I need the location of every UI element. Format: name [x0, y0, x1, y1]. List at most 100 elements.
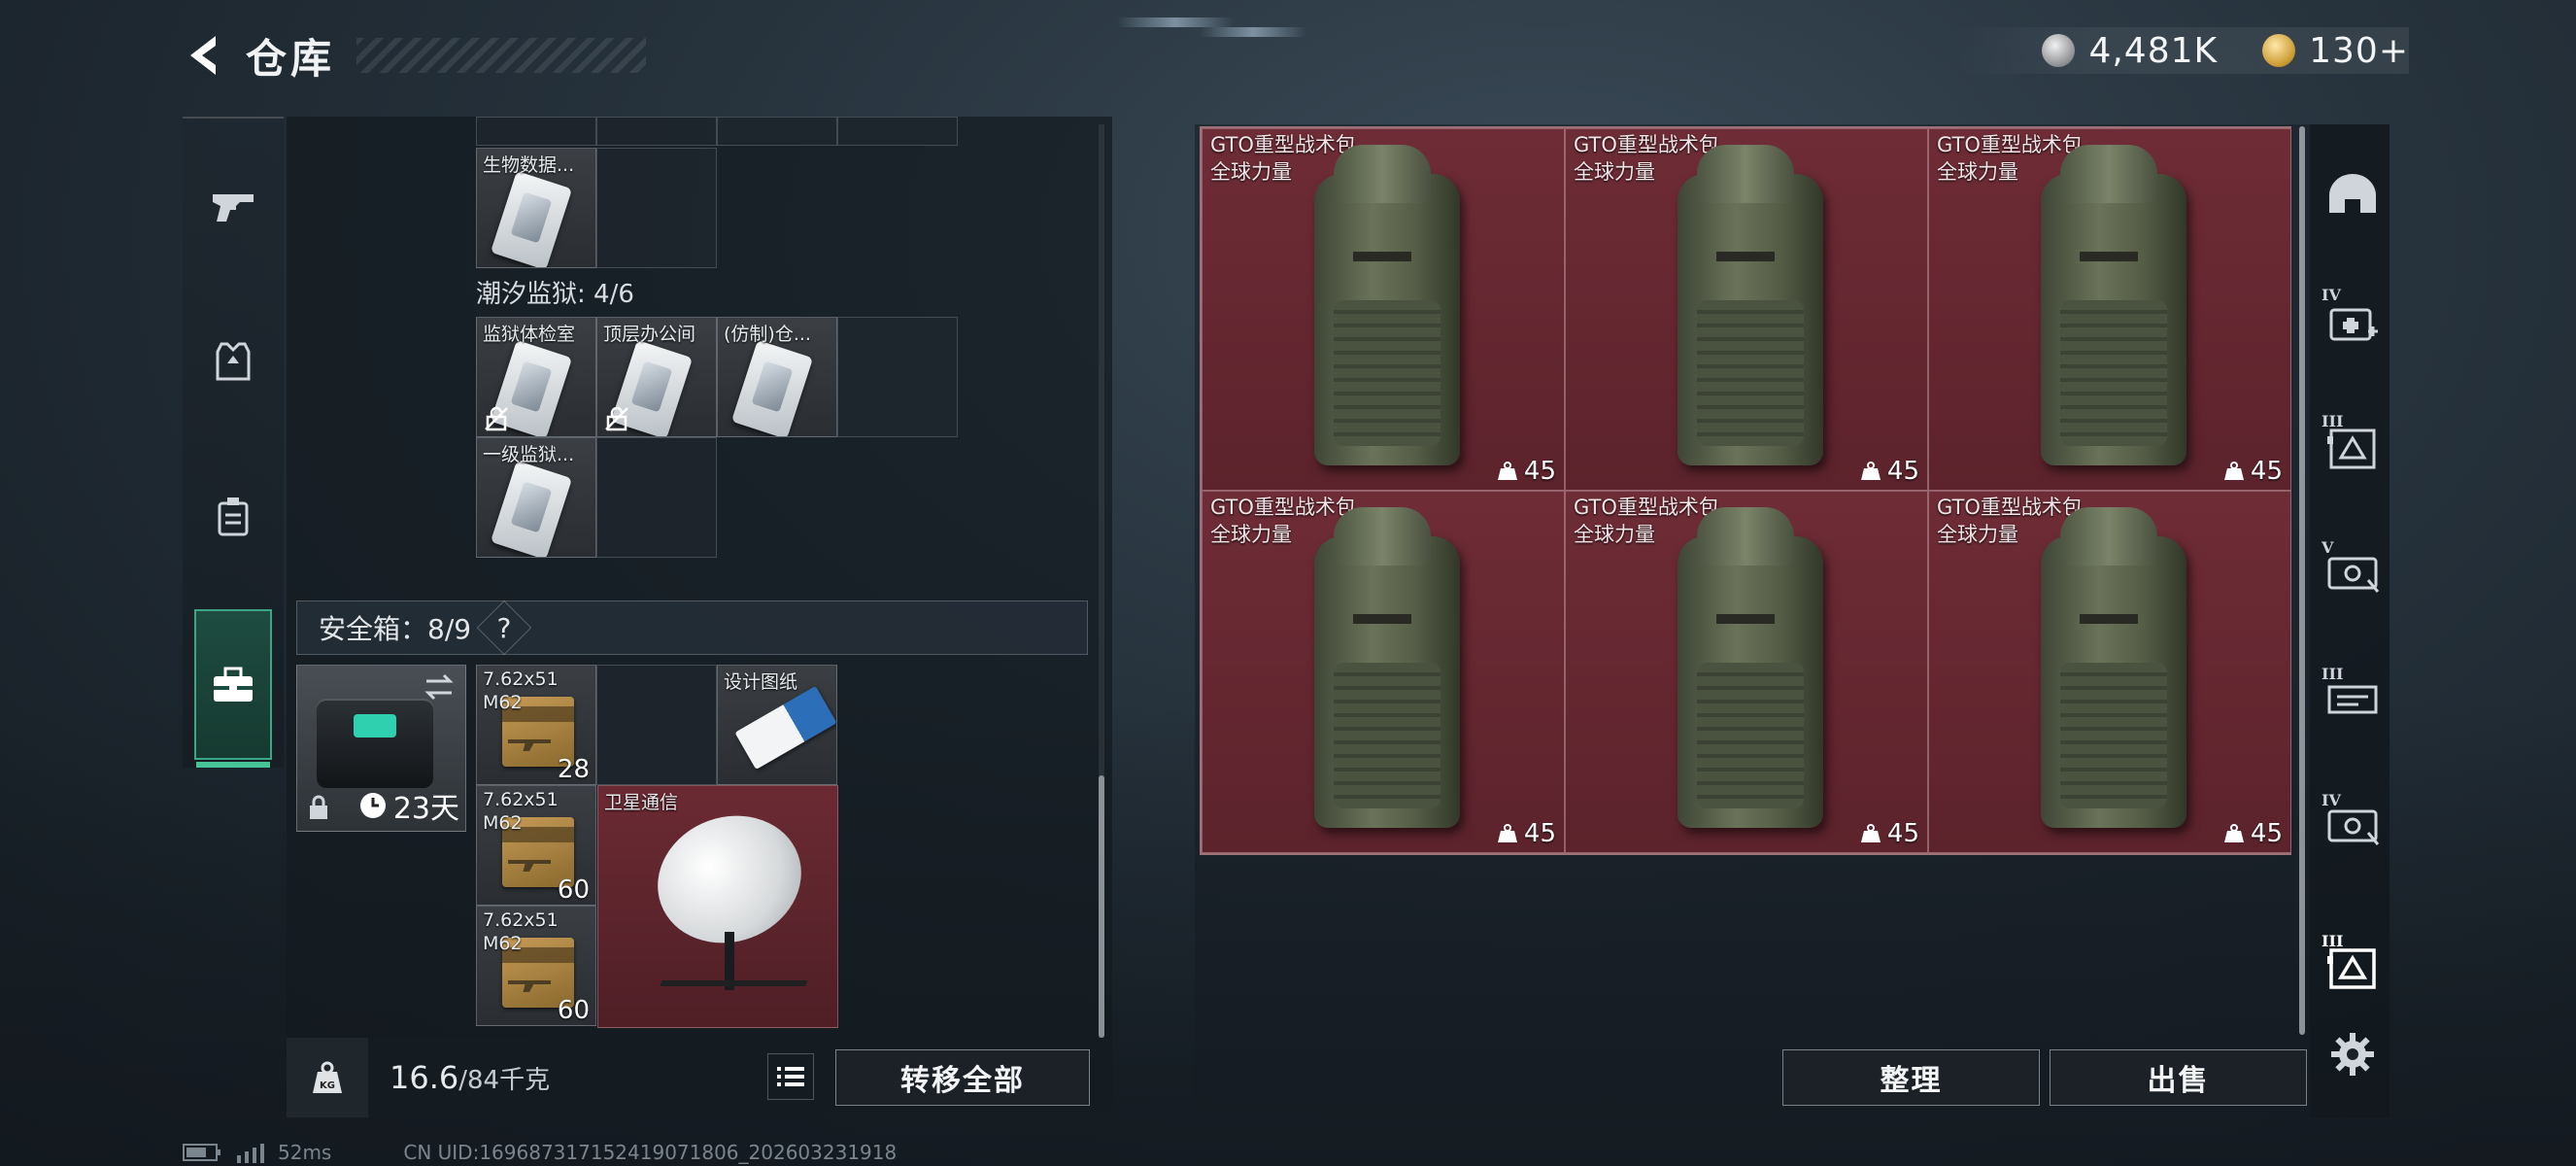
list-icon [777, 1067, 804, 1086]
item-weight: 45 [1497, 457, 1556, 486]
gold-coin-icon [2262, 34, 2296, 67]
rail-case-5[interactable]: V [2322, 538, 2382, 602]
item-brand: 全球力量 [1574, 160, 1655, 184]
storage-scrollbar[interactable] [2299, 126, 2305, 1035]
system-status: 52ms CN UID:1696873171524190718​06_20260… [183, 1141, 897, 1164]
inventory-scrollbar[interactable] [1099, 124, 1104, 1038]
safe-case-item[interactable]: 23天 [296, 665, 466, 832]
item-brand: 全球力量 [1937, 160, 2018, 184]
keycard-icon [490, 170, 573, 267]
helmet-icon [2329, 174, 2376, 213]
backpack-item[interactable]: GTO重型战术包 全球力量 45 [1202, 128, 1565, 491]
item-label: 顶层办公间 [603, 324, 696, 345]
sort-button[interactable]: 整理 [1782, 1049, 2040, 1106]
item-label: 生物数据... [483, 154, 575, 176]
rail-container-active[interactable]: III [2322, 932, 2382, 996]
item-weight: 45 [1497, 819, 1556, 848]
signal-icon [237, 1144, 264, 1163]
ping-value: 52ms [278, 1141, 332, 1164]
item-weight: 45 [2223, 819, 2283, 848]
grid-cell [596, 148, 717, 268]
gear-icon [2331, 1033, 2374, 1076]
settings-button[interactable] [2323, 1025, 2382, 1083]
backpack-item[interactable]: GTO重型战术包 全球力量 45 [1565, 128, 1928, 491]
backpack-item[interactable]: GTO重型战术包 全球力量 45 [1928, 491, 2291, 853]
rail-helmet[interactable] [2323, 165, 2382, 223]
page-title: 仓库 [246, 34, 336, 83]
keycard-item[interactable]: 顶层办公间 [596, 317, 717, 437]
carry-weight: 16.6/84千克 [390, 1059, 551, 1096]
ammo-item[interactable]: 7.62x51 M62 60 [476, 906, 596, 1026]
grid-cell [837, 117, 958, 146]
item-label: 7.62x51 M62 [483, 669, 559, 713]
swap-icon[interactable] [423, 673, 456, 701]
rail-rack[interactable]: III [2322, 665, 2382, 729]
rail-medkit[interactable]: IV [2322, 286, 2382, 350]
gold-balance[interactable]: 130+ [2309, 31, 2409, 71]
nav-armor[interactable] [183, 303, 284, 420]
unlock-icon [485, 406, 508, 431]
user-uid: CN UID:1696873171524190718​06_2026032319… [403, 1141, 898, 1164]
ceiling-light [1117, 17, 1234, 27]
keycard-icon [730, 339, 814, 436]
transfer-all-button[interactable]: 转移全部 [835, 1049, 1090, 1106]
safe-case-icon [317, 699, 433, 788]
keycard-item[interactable]: 生物数据... [476, 148, 596, 268]
nav-chest-rig[interactable] [183, 459, 284, 575]
rail-container[interactable]: III [2322, 412, 2382, 476]
list-view-button[interactable] [767, 1053, 814, 1100]
safebox-title: 安全箱：8/9 [319, 613, 472, 645]
nav-weapons[interactable] [183, 148, 284, 264]
ammo-item[interactable]: 7.62x51 M62 28 [476, 665, 596, 785]
item-weight: 45 [2223, 457, 2283, 486]
unlock-icon [605, 406, 628, 431]
backpack-item[interactable]: GTO重型战术包 全球力量 45 [1202, 491, 1565, 853]
back-arrow-icon[interactable] [180, 28, 228, 83]
item-brand: 全球力量 [1210, 160, 1292, 184]
ammo-item[interactable]: 7.62x51 M62 60 [476, 785, 596, 906]
backpack-item[interactable]: GTO重型战术包 全球力量 45 [1928, 128, 2291, 491]
backpack-item[interactable]: GTO重型战术包 全球力量 45 [1565, 491, 1928, 853]
blueprint-icon [734, 685, 836, 771]
group-title: 潮汐监狱: 4/6 [476, 280, 634, 309]
pistol-icon [213, 194, 254, 222]
satellite-item[interactable]: 卫星通信 [597, 785, 838, 1028]
keycard-item[interactable]: (仿制)仓... [717, 317, 837, 437]
item-weight: 45 [1860, 457, 1919, 486]
backpack-icon [1305, 507, 1460, 838]
inventory-footer: KG 16.6/84千克 转移全部 [287, 1038, 1112, 1117]
keycard-item[interactable]: 监狱体检室 [476, 317, 596, 437]
backpack-icon [2031, 145, 2186, 475]
safe-case-duration: 23天 [358, 784, 459, 827]
item-weight: 45 [1860, 819, 1919, 848]
backpack-icon [1668, 145, 1823, 475]
battery-icon [183, 1144, 220, 1161]
toolbox-icon [214, 667, 253, 702]
item-label: 一级监狱... [483, 444, 575, 465]
keycard-item[interactable]: 一级监狱... [476, 437, 596, 558]
rail-case-4[interactable]: IV [2322, 791, 2382, 855]
item-count: 60 [557, 996, 590, 1025]
grid-cell [596, 117, 717, 146]
grid-cell [596, 665, 717, 785]
nav-safebox[interactable] [194, 609, 272, 768]
item-brand: 全球力量 [1937, 523, 2018, 546]
backpack-icon [1668, 507, 1823, 838]
weight-icon: KG [287, 1038, 368, 1117]
weight-icon [1497, 462, 1517, 480]
lock-icon [310, 795, 327, 819]
item-count: 28 [557, 755, 590, 784]
weight-icon [2223, 824, 2244, 842]
weight-icon [1860, 824, 1881, 842]
help-button[interactable]: ? [476, 600, 532, 656]
armor-vest-icon [216, 342, 251, 381]
scroll-thumb[interactable] [1099, 775, 1104, 1038]
chest-rig-icon [218, 497, 249, 536]
svg-text:KG: KG [320, 1080, 335, 1091]
blueprint-item[interactable]: 设计图纸 [717, 665, 837, 785]
grid-cell [837, 317, 958, 437]
grid-cell [717, 117, 837, 146]
title-decoration [356, 38, 646, 73]
sell-button[interactable]: 出售 [2050, 1049, 2307, 1106]
item-count: 60 [557, 875, 590, 905]
